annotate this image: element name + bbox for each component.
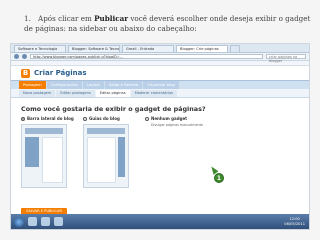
radio-button-selected[interactable] bbox=[21, 116, 25, 121]
preview-body bbox=[42, 137, 63, 183]
browser-tab[interactable]: Blogger: Software & Tecnologia bbox=[68, 45, 120, 52]
subtab-moderar-comentarios[interactable]: Moderar comentários bbox=[130, 90, 178, 97]
taskbar-app-icon[interactable] bbox=[41, 217, 50, 226]
option-tabs[interactable]: Guias do blog bbox=[83, 115, 137, 207]
instruction-text-before: Após clicar em bbox=[38, 14, 95, 23]
subtab-nova-postagem[interactable]: Nova postagem bbox=[19, 90, 56, 97]
browser-tab-strip: Software e Tecnologia Blogger: Software … bbox=[11, 44, 309, 53]
tab-configuracoes[interactable]: Configurações bbox=[46, 81, 82, 89]
preview-sidebar bbox=[118, 137, 125, 177]
forward-icon[interactable] bbox=[22, 54, 27, 59]
tab-saldo-receita[interactable]: Saldo e Receita bbox=[104, 81, 143, 89]
blogger-logo-icon: B bbox=[21, 68, 30, 78]
step-callout-badge: 1 bbox=[214, 173, 224, 183]
tab-layout[interactable]: Layout bbox=[82, 81, 104, 89]
address-bar-row: http://www.blogger.com/pages-publish.g?b… bbox=[11, 53, 309, 63]
subtab-editar-paginas[interactable]: Editar páginas bbox=[95, 90, 130, 97]
instruction-number: 1. bbox=[24, 14, 31, 23]
windows-taskbar: 12:00 06/05/2011 bbox=[11, 214, 309, 229]
browser-tab-active[interactable]: Blogger: Crie páginas bbox=[176, 45, 228, 52]
radio-button[interactable] bbox=[145, 116, 149, 121]
app-header: B Criar Páginas bbox=[11, 66, 309, 80]
option-hint: Divulgar páginas manualmente bbox=[151, 123, 203, 127]
gadget-options: Barra lateral do blog Guias do blog Nenh… bbox=[11, 115, 309, 207]
option-sidebar[interactable]: Barra lateral do blog bbox=[21, 115, 75, 207]
preview-sidebar bbox=[25, 137, 39, 167]
system-clock[interactable]: 12:00 06/05/2011 bbox=[284, 217, 305, 226]
tab-postagem[interactable]: Postagem bbox=[19, 81, 46, 89]
option-none[interactable]: Nenhum gadget Divulgar páginas manualmen… bbox=[145, 115, 225, 207]
taskbar-app-icon[interactable] bbox=[54, 217, 63, 226]
layout-preview-tabs[interactable] bbox=[83, 124, 129, 188]
publish-question: Como você gostaria de exibir o gadget de… bbox=[21, 105, 206, 113]
preview-header bbox=[87, 128, 125, 134]
browser-tab[interactable]: Software e Tecnologia bbox=[14, 45, 66, 52]
tab-visualizar-blog[interactable]: Visualizar blog bbox=[143, 81, 179, 89]
search-input[interactable]: criar páginas no blogger bbox=[266, 54, 306, 63]
publish-footer: SALVAR E PUBLICAR bbox=[11, 197, 309, 215]
main-nav: Postagem Configurações Layout Saldo e Re… bbox=[11, 80, 309, 89]
new-tab-button[interactable] bbox=[230, 45, 240, 52]
layout-preview-sidebar[interactable] bbox=[21, 124, 67, 188]
radio-button[interactable] bbox=[83, 116, 87, 121]
option-label: Guias do blog bbox=[89, 116, 120, 121]
preview-body bbox=[87, 137, 116, 183]
instruction-text: 1. Após clicar em Publicar você deverá es… bbox=[24, 14, 314, 34]
start-button-icon[interactable] bbox=[14, 216, 24, 227]
screenshot-frame: Software e Tecnologia Blogger: Software … bbox=[10, 43, 310, 230]
option-label: Barra lateral do blog bbox=[27, 116, 74, 121]
clock-date: 06/05/2011 bbox=[284, 221, 305, 226]
url-field[interactable]: http://www.blogger.com/pages-publish.g?b… bbox=[30, 54, 263, 59]
browser-tab[interactable]: Gmail - Entrada bbox=[122, 45, 174, 52]
instruction-bold: Publicar bbox=[94, 14, 129, 23]
page-title: Criar Páginas bbox=[34, 69, 87, 77]
taskbar-app-icon[interactable] bbox=[28, 217, 37, 226]
sub-nav: Nova postagem Editar postagens Editar pá… bbox=[11, 89, 309, 98]
subtab-editar-postagens[interactable]: Editar postagens bbox=[56, 90, 95, 97]
preview-header bbox=[25, 128, 63, 134]
back-icon[interactable] bbox=[14, 54, 19, 59]
option-label: Nenhum gadget bbox=[151, 116, 188, 121]
